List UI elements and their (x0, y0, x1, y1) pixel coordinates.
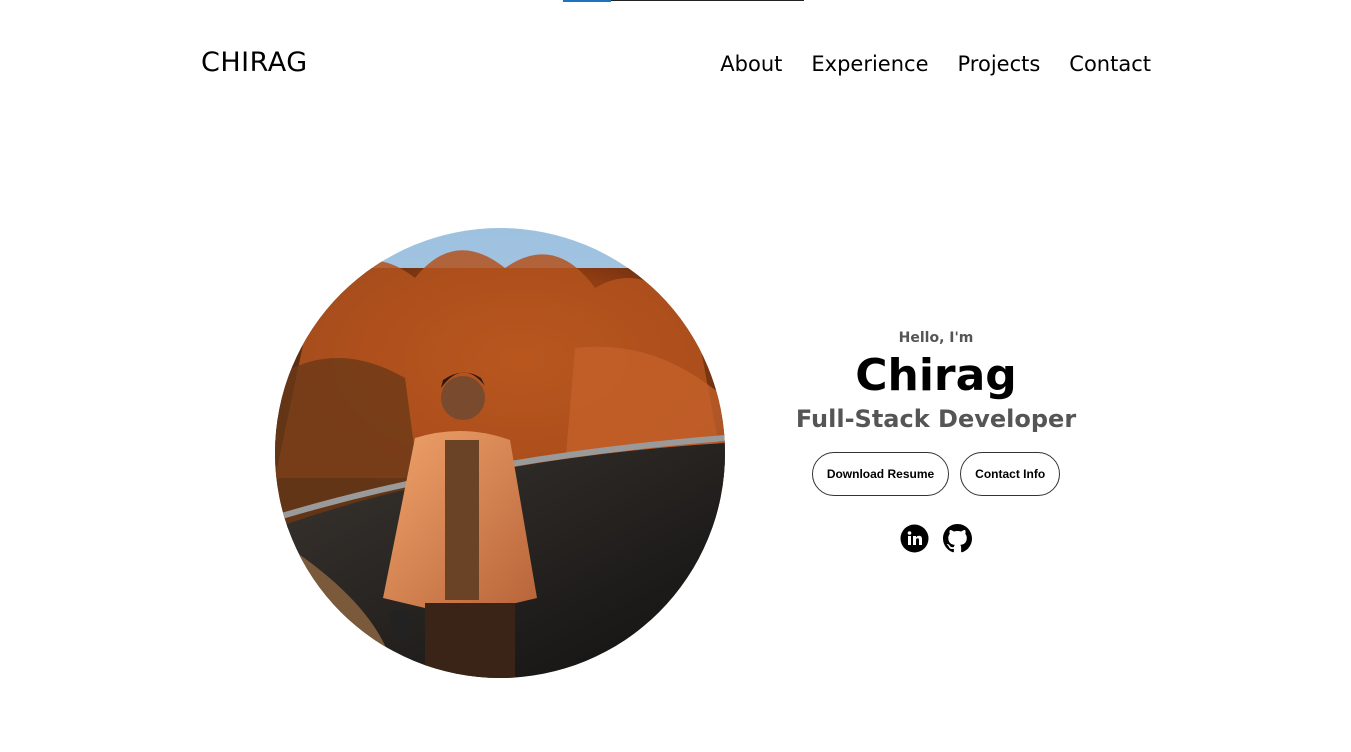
greeting-text: Hello, I'm (898, 330, 974, 346)
scroll-progress-track (563, 0, 804, 2)
linkedin-icon[interactable] (900, 524, 929, 553)
nav-links: About Experience Projects Contact (720, 52, 1151, 76)
download-resume-button[interactable]: Download Resume (811, 451, 950, 496)
nav-link-contact[interactable]: Contact (1069, 52, 1151, 76)
hero-buttons: Download Resume Contact Info (790, 451, 1082, 496)
social-links (790, 523, 1082, 553)
github-icon[interactable] (943, 523, 972, 553)
hero-role: Full-Stack Developer (795, 404, 1077, 433)
nav-link-experience[interactable]: Experience (811, 52, 928, 76)
contact-info-button[interactable]: Contact Info (960, 451, 1061, 496)
nav-link-about[interactable]: About (720, 52, 782, 76)
profile-picture (275, 228, 725, 678)
site-logo[interactable]: CHIRAG (201, 47, 308, 78)
page: CHIRAG About Experience Projects Contact (0, 0, 1351, 752)
hero-text: Hello, I'm Chirag Full-Stack Developer D… (790, 330, 1082, 553)
scroll-progress-fill (563, 0, 612, 2)
nav-link-projects[interactable]: Projects (958, 52, 1041, 76)
hero-name: Chirag (855, 350, 1017, 401)
